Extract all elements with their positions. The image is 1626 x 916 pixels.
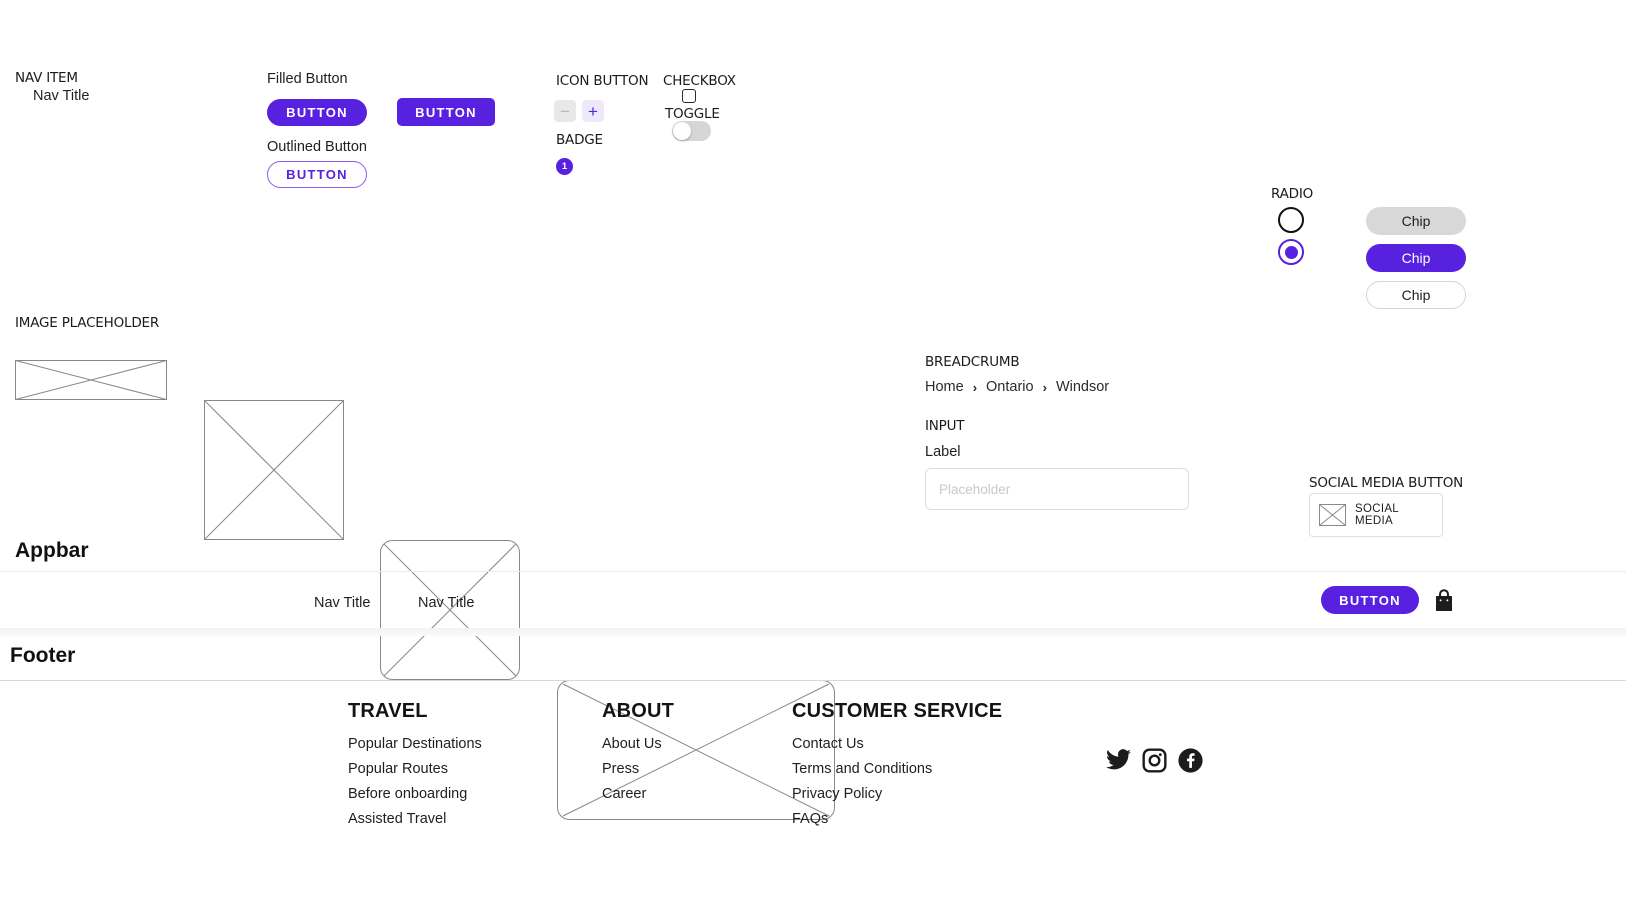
footer-link-contact-us[interactable]: Contact Us: [792, 736, 1052, 752]
input-label: Label: [925, 444, 960, 460]
footer-column-about: ABOUT About Us Press Career: [602, 700, 782, 802]
breadcrumb-section-label: BREADCRUMB: [925, 354, 1019, 370]
footer-link-about-us[interactable]: About Us: [602, 736, 782, 752]
radio-section-label: RADIO: [1271, 186, 1313, 202]
input-section-label: INPUT: [925, 418, 964, 434]
chip-outlined[interactable]: Chip: [1366, 281, 1466, 309]
footer-heading-customer-service: CUSTOMER SERVICE: [792, 700, 1052, 723]
chevron-right-icon: ›: [973, 380, 977, 395]
plus-icon: +: [588, 103, 598, 120]
wireframe-page: NAV ITEM Nav Title Filled Button BUTTON …: [0, 0, 1626, 916]
badge-section-label: BADGE: [556, 132, 603, 148]
image-placeholder-section-label: IMAGE PLACEHOLDER: [15, 315, 159, 331]
footer-link-press[interactable]: Press: [602, 761, 782, 777]
breadcrumb: Home › Ontario › Windsor: [925, 379, 1109, 395]
footer-link-popular-routes[interactable]: Popular Routes: [348, 761, 588, 777]
twitter-icon[interactable]: [1106, 749, 1131, 777]
plus-icon-button[interactable]: +: [582, 100, 604, 122]
minus-icon: −: [560, 103, 570, 120]
social-media-button[interactable]: SOCIAL MEDIA: [1309, 493, 1443, 537]
breadcrumb-item-ontario[interactable]: Ontario: [986, 379, 1034, 395]
breadcrumb-item-home[interactable]: Home: [925, 379, 964, 395]
checkbox-section-label: CHECKBOX: [663, 73, 736, 89]
radio-option-selected[interactable]: [1278, 239, 1304, 265]
chip-filled-purple[interactable]: Chip: [1366, 244, 1466, 272]
appbar-nav-title-2[interactable]: Nav Title: [418, 595, 474, 611]
footer-column-travel: TRAVEL Popular Destinations Popular Rout…: [348, 700, 588, 827]
filled-rect-button[interactable]: BUTTON: [397, 98, 495, 126]
footer-link-faqs[interactable]: FAQs: [792, 811, 1052, 827]
toggle-switch[interactable]: [672, 121, 711, 141]
nav-item-section-label: NAV ITEM: [15, 70, 78, 86]
toggle-knob: [673, 122, 691, 140]
minus-icon-button[interactable]: −: [554, 100, 576, 122]
footer-top-band: [0, 628, 1626, 636]
appbar-top-divider: [0, 571, 1626, 572]
footer-link-terms-and-conditions[interactable]: Terms and Conditions: [792, 761, 1052, 777]
chevron-right-icon: ›: [1043, 380, 1047, 395]
toggle-section-label: TOGGLE: [665, 106, 720, 122]
footer-link-popular-destinations[interactable]: Popular Destinations: [348, 736, 588, 752]
shopping-bag-icon[interactable]: [1432, 588, 1456, 618]
footer-column-customer-service: CUSTOMER SERVICE Contact Us Terms and Co…: [792, 700, 1052, 827]
image-placeholder-1: [15, 360, 167, 400]
appbar-nav-title-1[interactable]: Nav Title: [314, 595, 370, 611]
facebook-icon[interactable]: [1178, 748, 1203, 778]
social-media-placeholder-icon: [1319, 504, 1346, 526]
appbar-button[interactable]: BUTTON: [1321, 586, 1419, 614]
instagram-icon[interactable]: [1142, 748, 1167, 778]
appbar-section-title: Appbar: [15, 539, 89, 563]
social-media-button-section-label: SOCIAL MEDIA BUTTON: [1309, 475, 1463, 491]
image-placeholder-2: [204, 400, 344, 540]
footer-link-assisted-travel[interactable]: Assisted Travel: [348, 811, 588, 827]
breadcrumb-item-windsor[interactable]: Windsor: [1056, 379, 1109, 395]
radio-option-unselected[interactable]: [1278, 207, 1304, 233]
badge-count: 1: [556, 158, 573, 175]
text-input[interactable]: [925, 468, 1189, 510]
footer-heading-about: ABOUT: [602, 700, 782, 723]
checkbox-input[interactable]: [682, 89, 696, 103]
icon-button-section-label: ICON BUTTON: [556, 73, 648, 89]
footer-link-privacy-policy[interactable]: Privacy Policy: [792, 786, 1052, 802]
chip-filled-gray[interactable]: Chip: [1366, 207, 1466, 235]
outlined-button[interactable]: BUTTON: [267, 161, 367, 188]
nav-item-title[interactable]: Nav Title: [33, 88, 89, 104]
footer-section-title: Footer: [10, 644, 75, 668]
footer-heading-travel: TRAVEL: [348, 700, 588, 723]
filled-round-button[interactable]: BUTTON: [267, 99, 367, 126]
outlined-button-label: Outlined Button: [267, 139, 367, 155]
social-media-button-label: SOCIAL MEDIA: [1355, 503, 1433, 527]
footer-divider: [0, 680, 1626, 681]
footer-link-career[interactable]: Career: [602, 786, 782, 802]
footer-link-before-onboarding[interactable]: Before onboarding: [348, 786, 588, 802]
filled-button-label: Filled Button: [267, 71, 348, 87]
